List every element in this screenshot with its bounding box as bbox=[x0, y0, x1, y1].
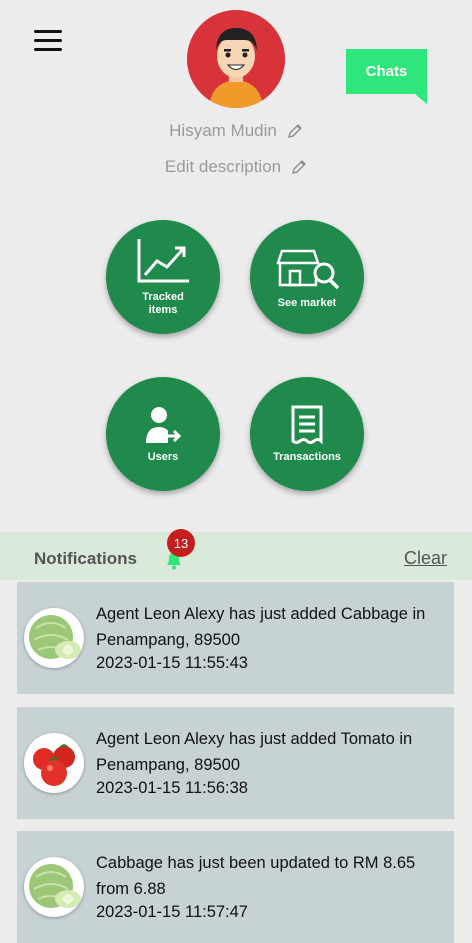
chats-label: Chats bbox=[365, 63, 408, 80]
description-placeholder[interactable]: Edit description bbox=[165, 157, 281, 177]
transactions-button[interactable]: Transactions bbox=[250, 377, 364, 491]
tomato-thumbnail bbox=[24, 733, 84, 793]
profile-name: Hisyam Mudin bbox=[169, 121, 277, 140]
profile-description-row: Edit description bbox=[0, 157, 472, 177]
notification-time: 2023-01-15 11:56:38 bbox=[96, 779, 248, 797]
hamburger-menu-icon[interactable] bbox=[34, 30, 62, 52]
notification-item[interactable]: Agent Leon Alexy has just added Cabbage … bbox=[17, 582, 454, 694]
notifications-header: Notifications 13 Clear bbox=[0, 529, 472, 580]
notification-time: 2023-01-15 11:57:47 bbox=[96, 903, 248, 921]
avatar[interactable] bbox=[187, 10, 285, 108]
tile-label-users: Users bbox=[147, 450, 179, 463]
notification-item[interactable]: Cabbage has just been updated to RM 8.65… bbox=[17, 831, 454, 943]
tile-label-tracked-items: Tracked items bbox=[142, 291, 184, 316]
notification-message: Agent Leon Alexy has just added Cabbage … bbox=[96, 605, 426, 649]
notification-time: 2023-01-15 11:55:43 bbox=[96, 654, 248, 672]
tracked-items-button[interactable]: Tracked items bbox=[106, 220, 220, 334]
notification-message: Cabbage has just been updated to RM 8.65… bbox=[96, 854, 416, 898]
notification-item[interactable]: Agent Leon Alexy has just added Tomato i… bbox=[17, 707, 454, 819]
notifications-title: Notifications bbox=[34, 549, 137, 568]
receipt-icon bbox=[291, 405, 323, 445]
chats-button[interactable]: Chats bbox=[346, 49, 427, 104]
see-market-button[interactable]: See market bbox=[250, 220, 364, 334]
market-search-icon bbox=[276, 249, 340, 289]
user-transfer-icon bbox=[146, 406, 182, 443]
cabbage-thumbnail bbox=[24, 857, 84, 917]
clear-notifications-link[interactable]: Clear bbox=[404, 548, 447, 569]
edit-name-pencil-icon[interactable] bbox=[287, 123, 303, 139]
chart-trend-icon bbox=[137, 239, 189, 283]
edit-description-pencil-icon[interactable] bbox=[291, 159, 307, 175]
notification-count-badge: 13 bbox=[167, 529, 195, 557]
users-button[interactable]: Users bbox=[106, 377, 220, 491]
tile-label-see-market: See market bbox=[277, 296, 337, 309]
profile-name-row: Hisyam Mudin bbox=[0, 121, 472, 141]
cabbage-thumbnail bbox=[24, 608, 84, 668]
tile-label-transactions: Transactions bbox=[273, 450, 341, 463]
notification-message: Agent Leon Alexy has just added Tomato i… bbox=[96, 730, 413, 774]
